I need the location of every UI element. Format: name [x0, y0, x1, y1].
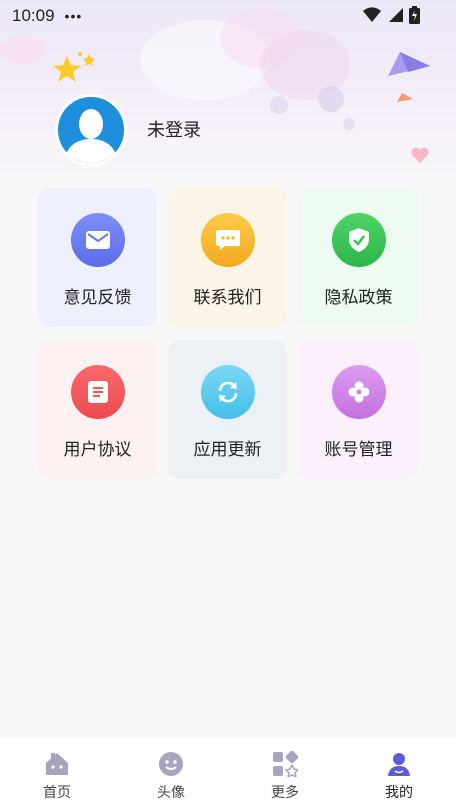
privacy-label: 隐私政策 [324, 288, 393, 308]
avatar[interactable] [55, 94, 127, 166]
home-icon [46, 753, 68, 775]
tab-mine-label: 我的 [385, 785, 413, 801]
default-avatar-icon [64, 109, 118, 163]
contact-label: 联系我们 [193, 288, 262, 308]
refresh-icon [218, 381, 237, 403]
account-card[interactable]: 账号管理 [299, 340, 418, 479]
heart-icon [411, 147, 429, 163]
small-plane-icon [397, 93, 413, 102]
face-icon [159, 752, 183, 776]
status-dots: ••• [64, 8, 83, 24]
tab-avatar-label: 头像 [157, 785, 185, 801]
agreement-label: 用户协议 [63, 440, 132, 460]
chat-icon [215, 230, 240, 250]
tab-avatar[interactable]: 头像 [114, 738, 228, 811]
tab-more[interactable]: 更多 [228, 738, 342, 811]
user-icon [388, 753, 410, 776]
tab-home-label: 首页 [43, 785, 71, 801]
update-label: 应用更新 [193, 440, 262, 460]
bottom-tab-bar: 首页 头像 更多 我的 [0, 738, 456, 811]
battery-icon [409, 6, 420, 24]
wifi-icon [363, 7, 381, 23]
status-time: 10:09 [12, 6, 55, 25]
agreement-card[interactable]: 用户协议 [38, 340, 157, 479]
flower-icon [348, 381, 369, 403]
grid-icon [273, 751, 298, 777]
update-card[interactable]: 应用更新 [168, 340, 287, 479]
document-icon [87, 381, 108, 403]
feedback-card[interactable]: 意见反馈 [38, 188, 157, 327]
contact-card[interactable]: 联系我们 [168, 188, 287, 327]
tab-home[interactable]: 首页 [0, 738, 114, 811]
cellular-icon [389, 8, 403, 22]
mail-icon [85, 231, 110, 249]
paper-plane-icon [388, 52, 430, 76]
account-label: 账号管理 [324, 440, 393, 460]
status-bar: 10:09 ••• [0, 0, 456, 32]
privacy-card[interactable]: 隐私政策 [299, 188, 418, 327]
feedback-label: 意见反馈 [63, 288, 132, 308]
shield-check-icon [348, 228, 369, 252]
tab-mine[interactable]: 我的 [342, 738, 456, 811]
tab-more-label: 更多 [271, 785, 299, 801]
login-status-text[interactable]: 未登录 [147, 116, 201, 142]
star-icon [53, 52, 95, 82]
